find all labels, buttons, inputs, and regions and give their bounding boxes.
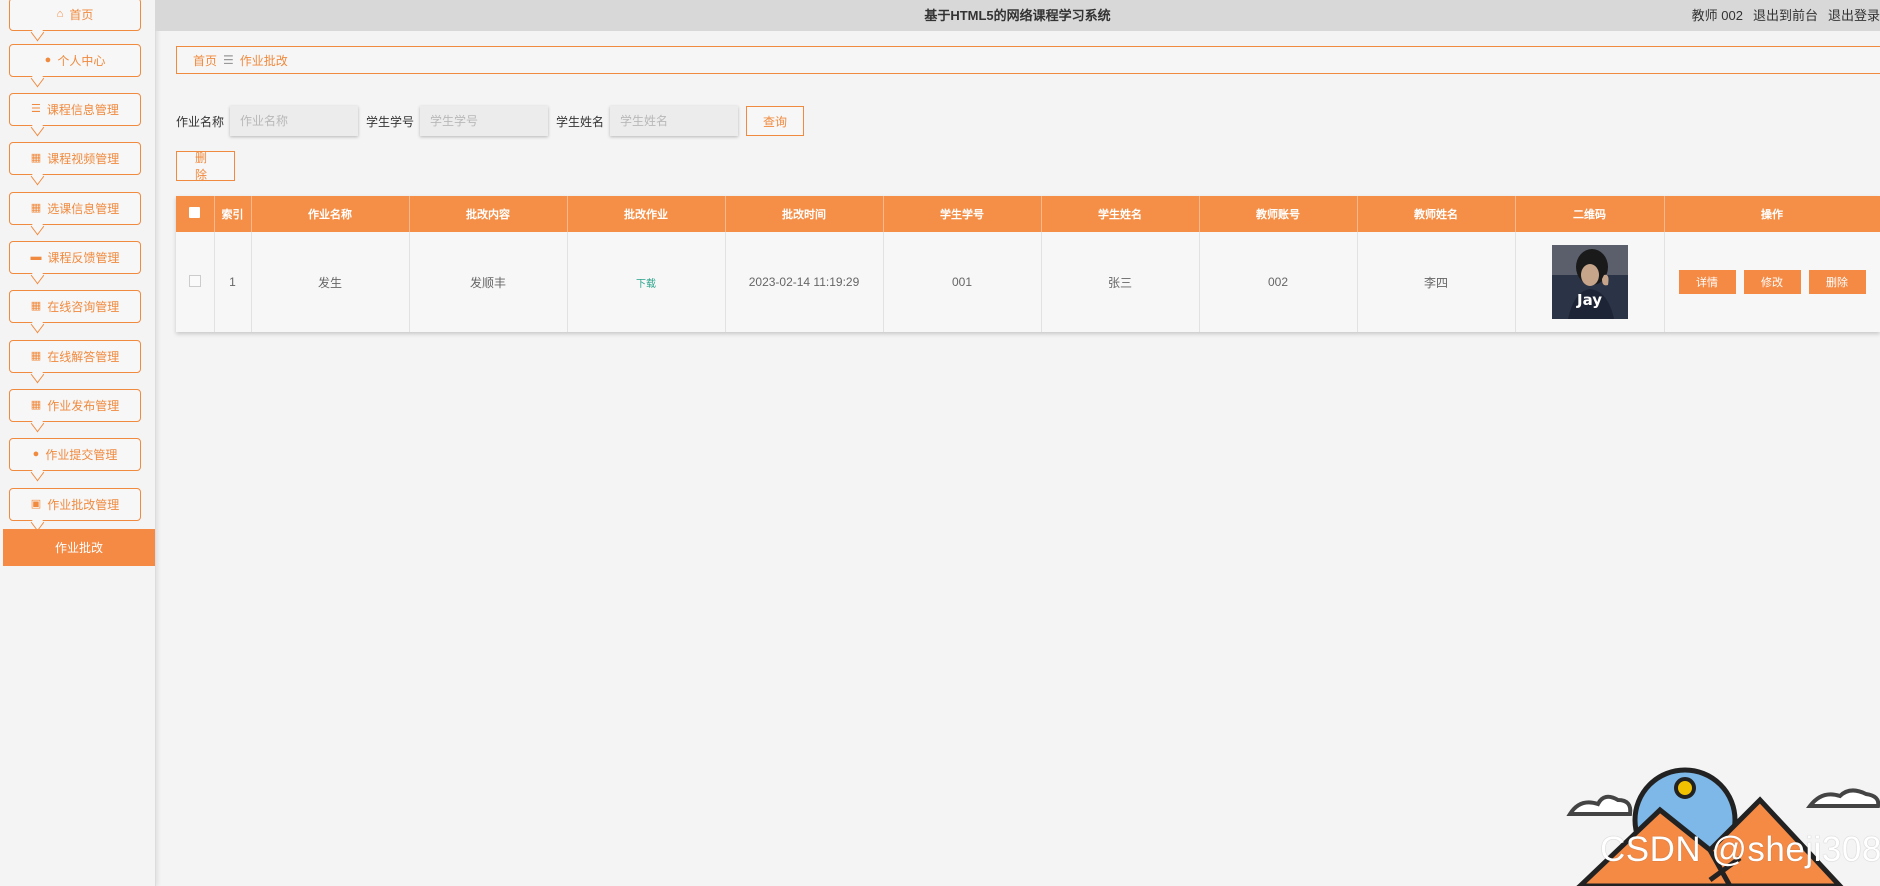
col-header-hw-name: 作业名称 [251, 196, 410, 232]
sidebar-item-label: 作业发布管理 [47, 399, 120, 413]
grid-icon: ▦ [30, 399, 42, 411]
edit-button[interactable]: 修改 [1743, 270, 1801, 294]
sidebar: ⌂ 首页 ● 个人中心 ☰ 课程信息管理 ▦ 课程视频管理 ▦ 选课信息管理 ▬… [0, 0, 156, 886]
sidebar-item-hw-submit[interactable]: ● 作业提交管理 [9, 438, 141, 471]
sidebar-subitem-hw-grade[interactable]: 作业批改 [3, 529, 155, 566]
sidebar-item-label: 个人中心 [57, 54, 106, 68]
top-header: 基于HTML5的网络课程学习系统 教师 002 退出到前台 退出登录 [155, 0, 1880, 31]
sidebar-item-label: 首页 [69, 8, 94, 22]
table-header-row: 索引 作业名称 批改内容 批改作业 批改时间 学生学号 学生姓名 教师账号 教师… [176, 196, 1880, 232]
grid-icon: ▦ [30, 300, 42, 312]
hw-name-input[interactable] [230, 106, 359, 136]
batch-delete-button[interactable]: 删除 [176, 151, 235, 182]
grid-icon: ▦ [30, 350, 42, 362]
col-header-stu-no: 学生学号 [883, 196, 1042, 232]
col-header-ops: 操作 [1664, 196, 1880, 232]
pin-icon: ● [32, 448, 40, 460]
cell-hw-name: 发生 [251, 232, 410, 332]
sidebar-item-online-answer[interactable]: ▦ 在线解答管理 [9, 340, 141, 373]
grid-icon: ▦ [30, 152, 42, 164]
sidebar-item-label: 课程反馈管理 [47, 251, 120, 265]
col-header-time: 批改时间 [725, 196, 884, 232]
sidebar-item-profile[interactable]: ● 个人中心 [9, 44, 141, 77]
download-link[interactable]: 下载 [636, 279, 656, 290]
sidebar-item-hw-grading[interactable]: ▣ 作业批改管理 [9, 488, 141, 521]
table-row: 1 发生 发顺丰 下载 2023-02-14 11:19:29 001 张三 0… [176, 232, 1880, 332]
grid-icon: ▦ [30, 202, 42, 214]
delete-button[interactable]: 删除 [1808, 270, 1866, 294]
front-link[interactable]: 退出到前台 [1753, 0, 1818, 31]
col-header-index: 索引 [214, 196, 252, 232]
breadcrumb-current: 作业批改 [239, 53, 288, 68]
breadcrumb: 首页 ☰ 作业批改 [176, 46, 1880, 74]
breadcrumb-separator: ☰ [223, 53, 234, 67]
cell-index: 1 [214, 232, 252, 332]
col-header-teacher-no: 教师账号 [1199, 196, 1358, 232]
sidebar-item-label: 课程视频管理 [47, 152, 120, 166]
stu-name-input[interactable] [610, 106, 739, 136]
cell-qr: Jay [1515, 232, 1665, 332]
cell-time: 2023-02-14 11:19:29 [725, 232, 884, 332]
app-title: 基于HTML5的网络课程学习系统 [924, 8, 1111, 23]
sidebar-item-online-consult[interactable]: ▦ 在线咨询管理 [9, 290, 141, 323]
col-header-content: 批改内容 [409, 196, 568, 232]
breadcrumb-home[interactable]: 首页 [193, 52, 217, 69]
sidebar-item-course-selection[interactable]: ▦ 选课信息管理 [9, 192, 141, 225]
cell-file: 下载 [567, 232, 726, 332]
sidebar-item-course-info[interactable]: ☰ 课程信息管理 [9, 93, 141, 126]
sidebar-item-label: 选课信息管理 [47, 202, 120, 216]
qr-image[interactable]: Jay [1551, 245, 1628, 319]
select-all-checkbox[interactable] [189, 207, 201, 218]
stu-name-label: 学生姓名 [556, 114, 605, 129]
col-header-teacher-name: 教师姓名 [1357, 196, 1516, 232]
cell-stu-name: 张三 [1041, 232, 1200, 332]
stu-no-input[interactable] [420, 106, 549, 136]
watermark-text: CSDN @sheji308 [1600, 830, 1880, 869]
cell-stu-no: 001 [883, 232, 1042, 332]
logout-link[interactable]: 退出登录 [1828, 0, 1880, 31]
col-header-file: 批改作业 [567, 196, 726, 232]
list-icon: ☰ [31, 103, 41, 115]
qr-caption: Jay [1576, 291, 1602, 309]
sidebar-item-label: 在线解答管理 [47, 350, 120, 364]
sidebar-item-label: 课程信息管理 [46, 103, 119, 117]
select-all-cell[interactable] [176, 196, 215, 232]
sidebar-item-hw-publish[interactable]: ▦ 作业发布管理 [9, 389, 141, 422]
cell-teacher-no: 002 [1199, 232, 1358, 332]
search-bar: 作业名称 学生学号 学生姓名 查询 [176, 105, 805, 137]
stu-no-label: 学生学号 [366, 114, 415, 129]
cell-teacher-name: 李四 [1357, 232, 1516, 332]
user-label: 教师 002 [1691, 8, 1743, 23]
home-icon: ⌂ [56, 8, 64, 20]
cell-ops: 详情 修改 删除 [1664, 232, 1880, 332]
user-icon: ● [44, 54, 52, 66]
user-area: 教师 002 退出到前台 退出登录 [1692, 0, 1880, 31]
data-table: 索引 作业名称 批改内容 批改作业 批改时间 学生学号 学生姓名 教师账号 教师… [176, 196, 1880, 332]
sidebar-item-label: 作业批改管理 [47, 498, 120, 512]
sidebar-item-course-video[interactable]: ▦ 课程视频管理 [9, 142, 141, 175]
cell-content: 发顺丰 [409, 232, 568, 332]
clipboard-icon: ▣ [30, 498, 42, 510]
sidebar-item-label: 在线咨询管理 [47, 300, 120, 314]
chat-icon: ▬ [30, 251, 42, 263]
row-checkbox[interactable] [188, 274, 201, 287]
col-header-stu-name: 学生姓名 [1041, 196, 1200, 232]
sidebar-item-home[interactable]: ⌂ 首页 [9, 0, 141, 31]
col-header-qr: 二维码 [1515, 196, 1665, 232]
detail-button[interactable]: 详情 [1678, 270, 1736, 294]
query-button[interactable]: 查询 [746, 106, 805, 136]
sidebar-item-course-feedback[interactable]: ▬ 课程反馈管理 [9, 241, 141, 274]
sidebar-item-label: 作业提交管理 [45, 448, 118, 462]
hw-name-label: 作业名称 [176, 114, 225, 129]
row-select-cell[interactable] [176, 232, 215, 332]
